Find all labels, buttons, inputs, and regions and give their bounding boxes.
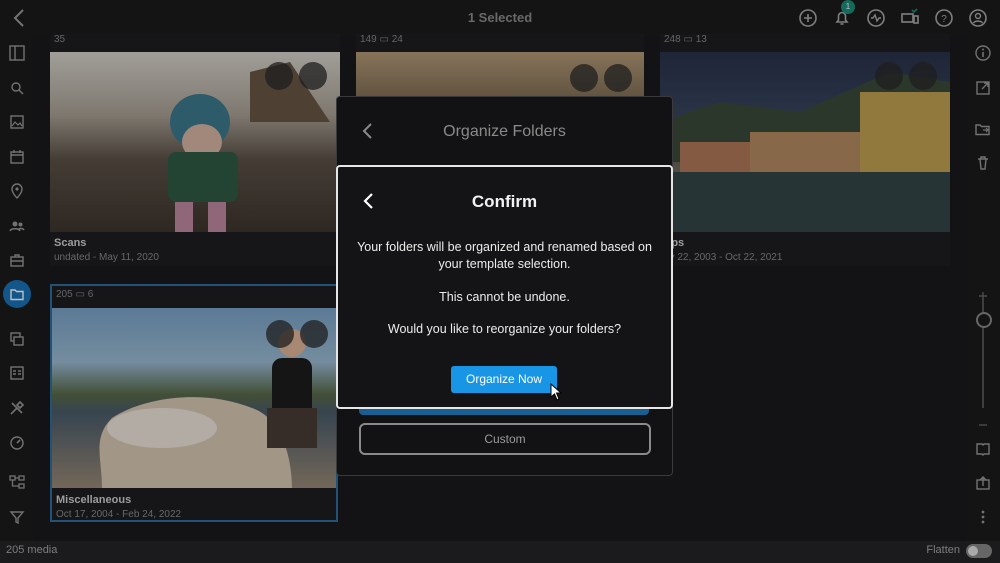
status-bar: 205 media Flatten	[0, 541, 1000, 563]
dialog-title: Confirm	[471, 192, 538, 211]
confirm-message: Your folders will be organized and renam…	[357, 240, 652, 271]
mouse-cursor-icon	[550, 383, 562, 401]
confirm-dialog: Confirm Your folders will be organized a…	[336, 165, 673, 409]
warning-message: This cannot be undone.	[439, 290, 570, 304]
organize-now-button[interactable]: Organize Now	[451, 366, 557, 393]
question-message: Would you like to reorganize your folder…	[387, 322, 622, 336]
flatten-toggle[interactable]	[966, 544, 992, 558]
flatten-label: Flatten	[926, 544, 960, 556]
media-count-label: 205 media	[6, 544, 58, 556]
custom-button[interactable]: Custom	[359, 423, 651, 455]
dialog-title: Organize Folders	[443, 123, 566, 140]
